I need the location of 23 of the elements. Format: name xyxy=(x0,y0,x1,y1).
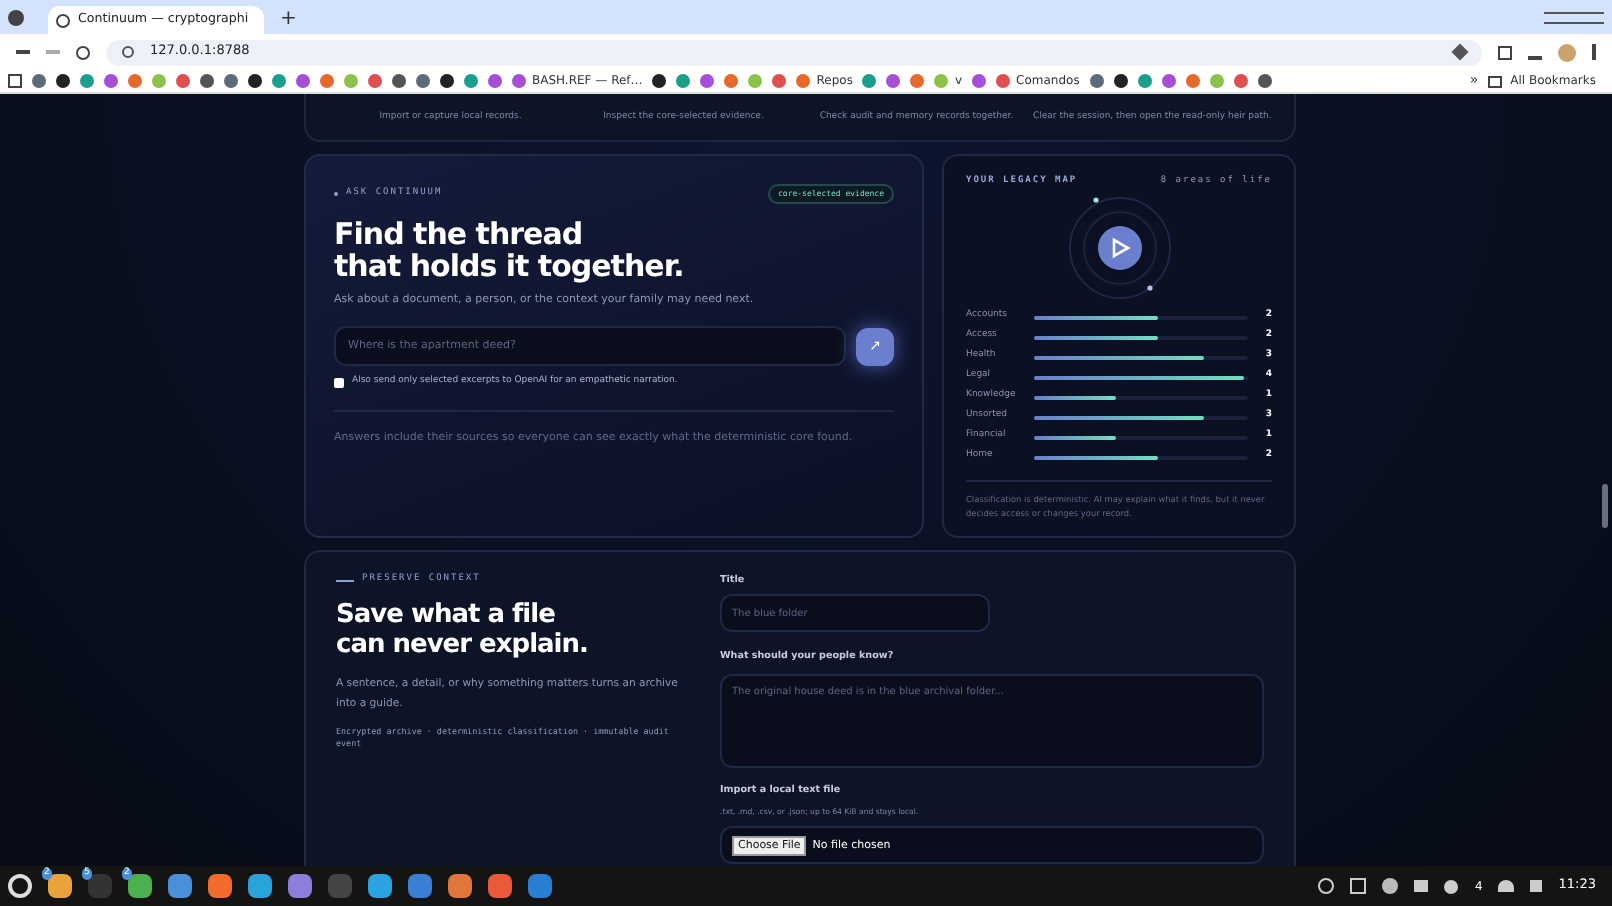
site-info-icon xyxy=(122,46,134,58)
taskbar-app-icon[interactable] xyxy=(288,874,312,898)
extensions-icon[interactable] xyxy=(1498,45,1512,59)
taskbar-app-icon[interactable] xyxy=(248,874,272,898)
tab-list-icon[interactable] xyxy=(8,10,24,26)
taskbar-app-icon[interactable] xyxy=(488,874,512,898)
openai-checkbox[interactable] xyxy=(334,378,344,389)
globe-icon[interactable] xyxy=(56,13,70,27)
ask-heading: Find the thread that holds it together. xyxy=(334,218,686,282)
new-tab-button[interactable]: + xyxy=(272,6,305,34)
wifi-icon[interactable] xyxy=(1498,880,1515,892)
taskbar-app-icon[interactable] xyxy=(208,874,232,898)
scrollbar-thumb[interactable] xyxy=(1602,484,1608,528)
start-menu-icon[interactable] xyxy=(8,874,32,898)
taskbar-app-icon[interactable] xyxy=(168,874,192,898)
taskbar-app-icon[interactable] xyxy=(528,874,552,898)
apps-grid-icon[interactable] xyxy=(8,74,22,88)
taskbar-app-icon[interactable] xyxy=(368,874,392,898)
window-controls-icon[interactable] xyxy=(1544,12,1604,24)
preserve-heading: Save what a file can never explain. xyxy=(336,599,590,660)
taskbar-app-icon[interactable] xyxy=(448,874,472,898)
reload-icon[interactable] xyxy=(76,45,90,59)
taskbar-app-icon[interactable] xyxy=(408,874,432,898)
